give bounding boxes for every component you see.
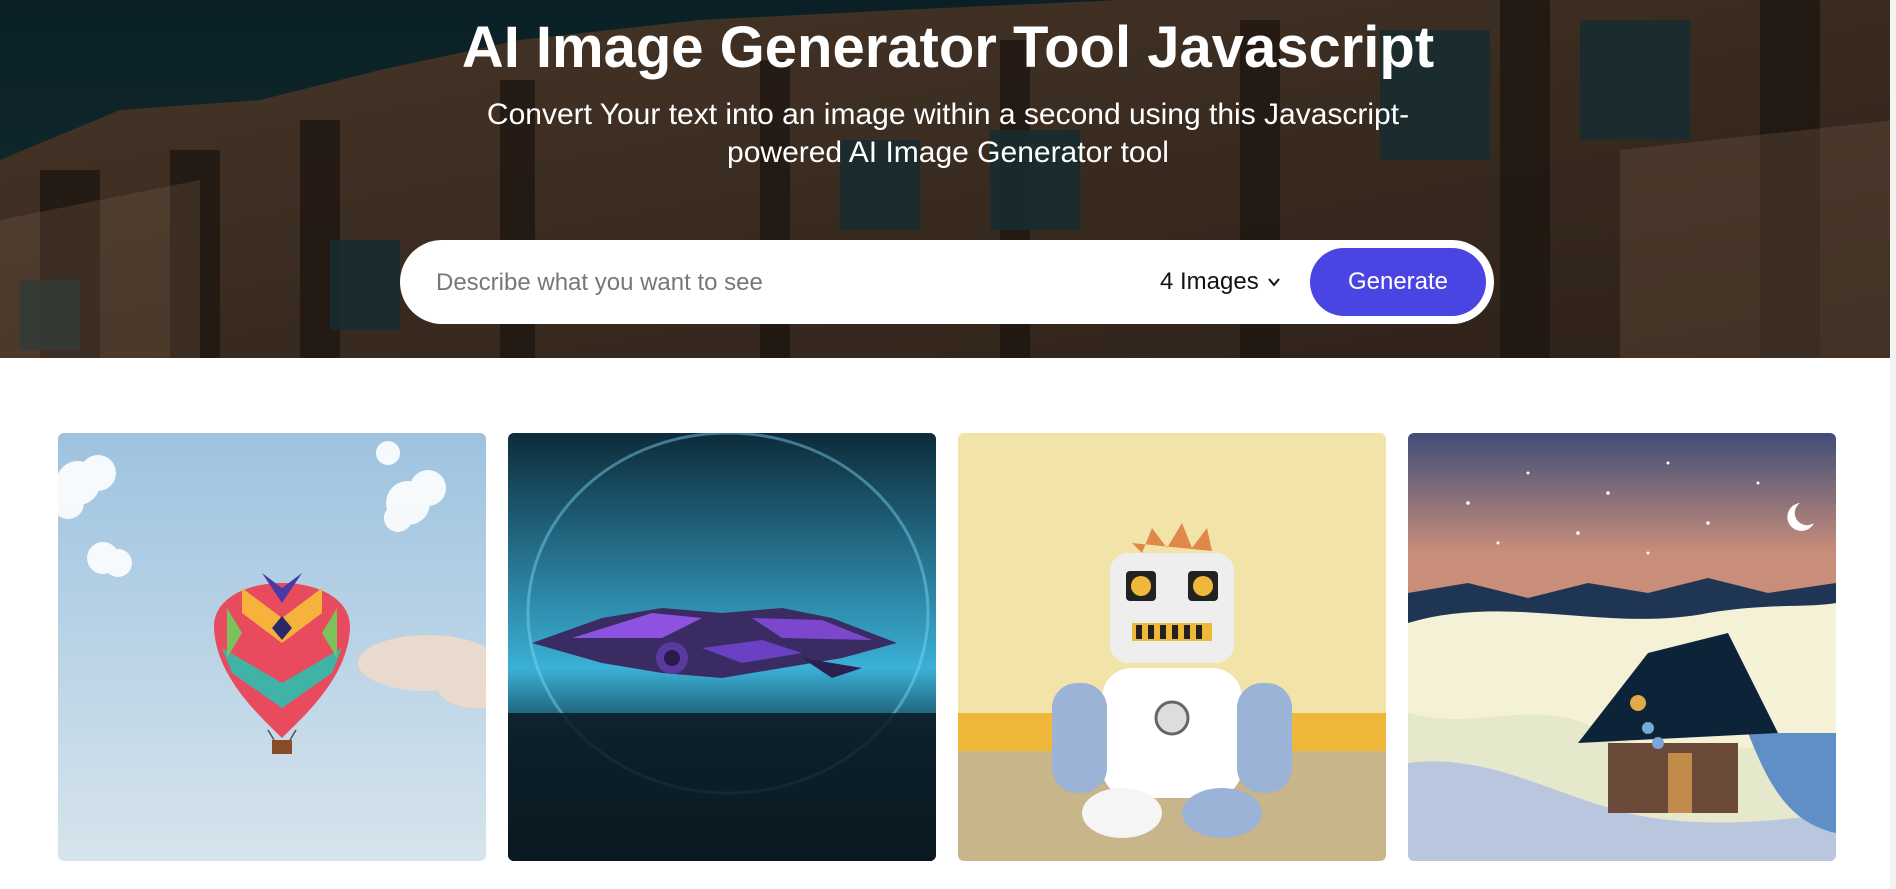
image-gallery [58, 433, 1836, 861]
hero-content: AI Image Generator Tool Javascript Conve… [0, 0, 1896, 358]
page-subtitle: Convert Your text into an image within a… [486, 98, 1410, 169]
gallery-image-card[interactable] [1408, 433, 1836, 861]
plush-robot-image [958, 433, 1386, 861]
image-count-select[interactable]: 4 Images [1160, 262, 1281, 302]
gallery-image-card[interactable] [508, 433, 936, 861]
page-scrollbar[interactable] [1890, 0, 1896, 889]
prompt-form: 4 Images Generate [400, 240, 1494, 324]
page-title: AI Image Generator Tool Javascript [461, 15, 1435, 80]
prompt-input[interactable] [434, 260, 1118, 306]
hero-banner: AI Image Generator Tool Javascript Conve… [0, 0, 1896, 358]
spaceship-image [508, 433, 936, 861]
gallery-image-card[interactable] [958, 433, 1386, 861]
snowy-cabin-image [1408, 433, 1836, 861]
generate-button[interactable]: Generate [1310, 248, 1486, 316]
image-count-value: 4 Images [1160, 268, 1259, 295]
gallery-image-card[interactable] [58, 433, 486, 861]
hot-air-balloon-image [58, 433, 486, 861]
chevron-down-icon [1267, 278, 1280, 287]
